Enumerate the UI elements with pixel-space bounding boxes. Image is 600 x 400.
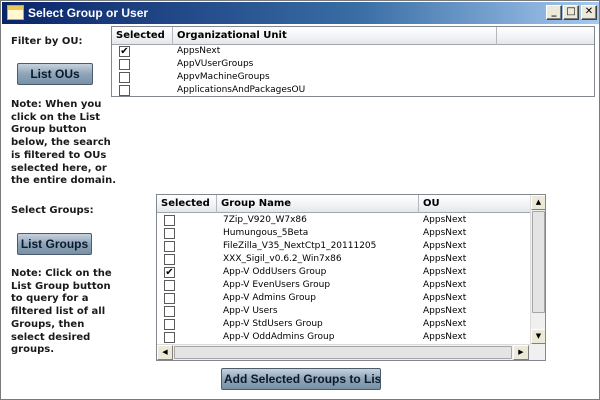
group-row-ou: AppsNext [423,215,467,225]
ou-row[interactable]: AppVUserGroups [112,58,594,71]
filter-note-line: the entire domain. [11,175,117,187]
group-row[interactable]: App-V Admins Group AppsNext [157,292,530,305]
ou-row-checkbox[interactable] [119,85,130,96]
scroll-right-arrow-icon[interactable]: ▶ [513,345,529,360]
filter-note-line: below, the search [11,137,111,149]
group-row-checkbox[interactable] [164,293,175,304]
group-row-checkbox[interactable] [164,228,175,239]
scroll-down-arrow-icon[interactable]: ▼ [531,329,545,344]
group-row-name: FileZilla_V35_NextCtp1_20111205 [223,241,377,251]
group-row-ou: AppsNext [423,267,467,277]
window-title: Select Group or User [28,6,149,20]
filter-note-line: is filtered to OUs [11,149,107,161]
group-grid-vertical-scrollbar[interactable]: ▲ ▼ [530,195,545,344]
ou-row-checkbox[interactable] [119,59,130,70]
group-row-ou: AppsNext [423,280,467,290]
ou-row-checkbox[interactable]: ✔ [119,46,130,57]
group-row-checkbox[interactable]: ✔ [164,267,175,278]
group-col-ou-header[interactable]: OU [419,195,530,213]
ou-row[interactable]: ✔ AppsNext [112,45,594,58]
filter-note-line: selected here, or [11,162,107,174]
group-row-checkbox[interactable] [164,306,175,317]
group-grid-header: Selected Group Name OU [157,195,530,213]
add-selected-groups-button[interactable]: Add Selected Groups to List [221,368,381,390]
group-row-checkbox[interactable] [164,215,175,226]
group-row[interactable]: App-V StdUsers Group AppsNext [157,318,530,331]
group-row[interactable]: FileZilla_V35_NextCtp1_20111205 AppsNext [157,240,530,253]
ou-col-name-header[interactable]: Organizational Unit [173,27,497,45]
ou-row-name: ApplicationsAndPackagesOU [177,85,306,95]
group-row[interactable]: Humungous_5Beta AppsNext [157,227,530,240]
groups-note-line: Note: Click on the [11,268,112,279]
scrollbar-corner [530,344,545,360]
groups-note-line: select desired [11,331,91,343]
scroll-left-arrow-icon[interactable]: ◀ [157,345,173,360]
groups-note-line: Groups, then [11,318,85,330]
group-row-ou: AppsNext [423,293,467,303]
group-grid-horizontal-scrollbar[interactable]: ◀ ▶ [157,344,530,360]
group-row-name: App-V EvenUsers Group [223,280,331,290]
filter-note-line: Group button [11,124,87,136]
window-folder-icon [7,5,24,20]
group-row-name: App-V StdUsers Group [223,319,323,329]
ou-row[interactable]: AppvMachineGroups [112,71,594,84]
group-row-checkbox[interactable] [164,241,175,252]
group-grid: Selected Group Name OU 7Zip_V920_W7x86 A… [156,194,546,361]
list-groups-button[interactable]: List Groups [17,233,92,255]
title-bar[interactable]: Select Group or User _ □ ✕ [2,2,599,24]
groups-note-line: List Group button [11,280,111,292]
ou-col-selected-header[interactable]: Selected [112,27,173,45]
groups-note-line: to query for a [11,293,89,305]
group-row-ou: AppsNext [423,254,467,264]
groups-note-line: groups. [11,344,54,356]
ou-col-filler-header [497,27,594,45]
list-ous-button[interactable]: List OUs [17,63,93,85]
group-row-ou: AppsNext [423,306,467,316]
group-row[interactable]: ✔ App-V OddUsers Group AppsNext [157,266,530,279]
group-row[interactable]: App-V EvenUsers Group AppsNext [157,279,530,292]
close-button[interactable]: ✕ [581,5,597,20]
group-row-ou: AppsNext [423,241,467,251]
group-row-name: App-V OddUsers Group [223,267,327,277]
groups-note-line: filtered list of all [11,306,106,318]
scroll-up-arrow-icon[interactable]: ▲ [531,195,545,210]
group-row-checkbox[interactable] [164,280,175,291]
maximize-button[interactable]: □ [563,5,579,20]
vertical-scroll-thumb[interactable] [532,211,545,313]
horizontal-scroll-thumb[interactable] [174,346,512,359]
filter-by-ou-label: Filter by OU: [11,36,83,47]
groups-note: Note: Click on the List Group button to … [11,268,112,357]
filter-note-line: click on the List [11,111,101,123]
group-row-name: XXX_Sigil_v0.6.2_Win7x86 [223,254,342,264]
ou-row-name: AppsNext [177,46,221,56]
group-row-ou: AppsNext [423,228,467,238]
group-row[interactable]: App-V Users AppsNext [157,305,530,318]
select-groups-label: Select Groups: [11,205,94,216]
group-row-checkbox[interactable] [164,319,175,330]
ou-grid-header: Selected Organizational Unit [112,27,594,45]
group-row-ou: AppsNext [423,319,467,329]
ou-row-name: AppvMachineGroups [177,72,270,82]
group-col-selected-header[interactable]: Selected [157,195,217,213]
filter-note: Note: When you click on the List Group b… [11,99,116,188]
group-row-name: App-V Users [223,306,278,316]
group-row[interactable]: App-V OddAdmins Group AppsNext [157,331,530,344]
group-row-name: Humungous_5Beta [223,228,309,238]
group-row[interactable]: XXX_Sigil_v0.6.2_Win7x86 AppsNext [157,253,530,266]
group-row-checkbox[interactable] [164,332,175,343]
filter-note-line: Note: When you [11,99,102,110]
ou-row-name: AppVUserGroups [177,59,254,69]
group-row[interactable]: 7Zip_V920_W7x86 AppsNext [157,214,530,227]
select-group-window: Select Group or User _ □ ✕ Filter by OU:… [0,0,600,400]
ou-row-checkbox[interactable] [119,72,130,83]
ou-row[interactable]: ApplicationsAndPackagesOU [112,84,594,96]
group-row-ou: AppsNext [423,332,467,342]
ou-grid: Selected Organizational Unit ✔ AppsNext … [111,26,595,97]
minimize-button[interactable]: _ [546,5,562,20]
group-row-checkbox[interactable] [164,254,175,265]
group-col-name-header[interactable]: Group Name [217,195,419,213]
group-row-name: 7Zip_V920_W7x86 [223,215,307,225]
group-row-name: App-V Admins Group [223,293,316,303]
group-row-name: App-V OddAdmins Group [223,332,335,342]
